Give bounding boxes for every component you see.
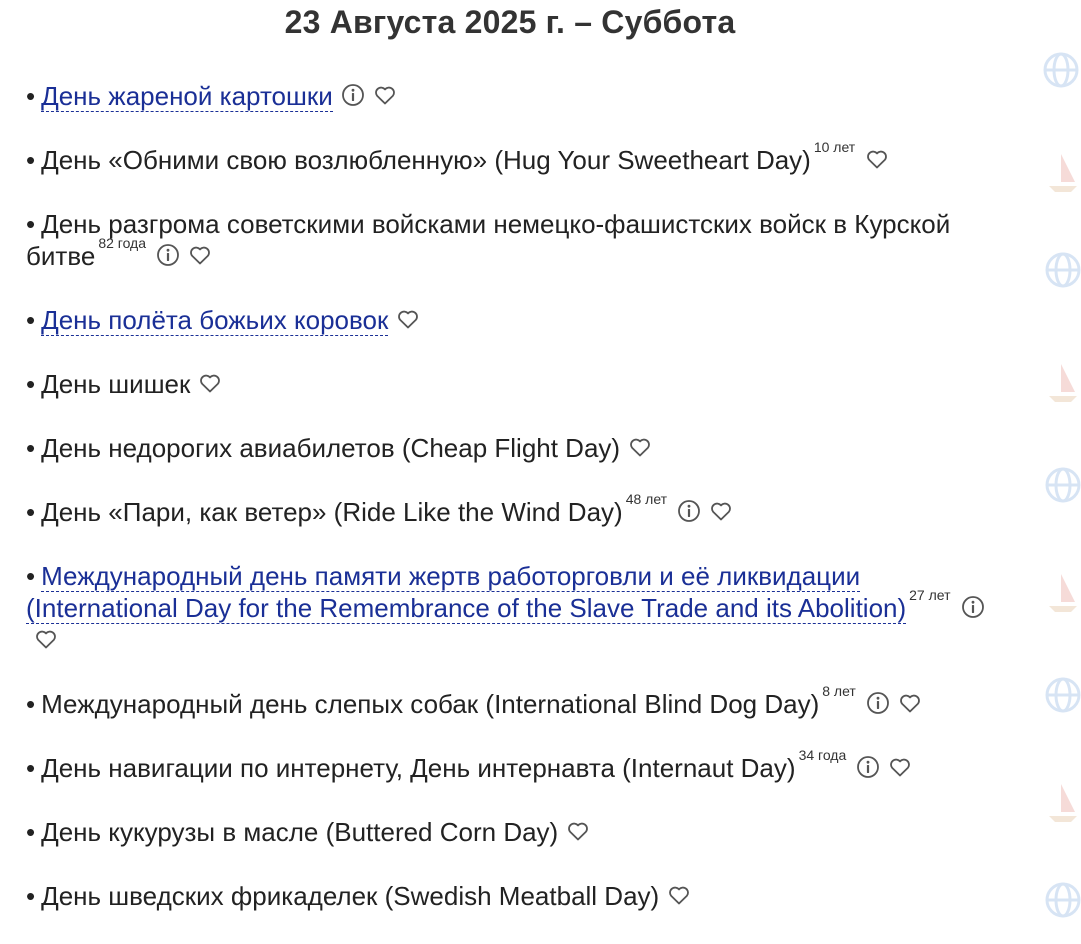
heart-icon[interactable]	[34, 627, 58, 651]
globe-icon	[1045, 467, 1081, 503]
bullet: •	[26, 689, 36, 719]
holiday-name: День навигации по интернету, День интерн…	[41, 753, 796, 783]
holiday-link[interactable]: День полёта божьих коровок	[41, 305, 389, 336]
info-icon[interactable]	[961, 595, 985, 619]
holiday-name: День кукурузы в масле (Buttered Corn Day…	[41, 817, 559, 847]
holiday-name: День недорогих авиабилетов (Cheap Flight…	[41, 433, 621, 463]
holiday-name: День шишек	[41, 369, 191, 399]
holiday-name: День «Пари, как ветер» (Ride Like the Wi…	[41, 497, 623, 527]
holiday-item: • Международный день памяти жертв работор…	[26, 560, 1001, 656]
holiday-age: 48 лет	[625, 491, 668, 507]
heart-icon[interactable]	[865, 147, 889, 171]
globe-icon	[1045, 882, 1081, 918]
holiday-age: 8 лет	[822, 683, 856, 699]
holiday-name: День «Обними свою возлюбленную» (Hug You…	[41, 145, 811, 175]
heart-icon[interactable]	[667, 883, 691, 907]
heart-icon[interactable]	[628, 435, 652, 459]
bullet: •	[26, 433, 36, 463]
info-icon[interactable]	[341, 83, 365, 107]
heart-icon[interactable]	[566, 819, 590, 843]
bullet: •	[26, 753, 36, 783]
bullet: •	[26, 305, 36, 335]
sailboat-icon	[1049, 364, 1077, 402]
heart-icon[interactable]	[396, 307, 420, 331]
holiday-age: 10 лет	[813, 139, 856, 155]
page-title: 23 Августа 2025 г. – Суббота	[284, 4, 736, 40]
sailboat-icon	[1049, 154, 1077, 192]
holiday-age: 82 года	[98, 235, 147, 251]
info-icon[interactable]	[856, 755, 880, 779]
holiday-item: • День «Пари, как ветер» (Ride Like the W…	[26, 492, 1001, 528]
globe-icon	[1045, 677, 1081, 713]
holiday-item: • День недорогих авиабилетов (Cheap Fligh…	[26, 432, 1001, 464]
holiday-name: Международный день слепых собак (Interna…	[41, 689, 820, 719]
info-icon[interactable]	[866, 691, 890, 715]
bullet: •	[26, 81, 36, 111]
holiday-item: • День «Обними свою возлюбленную» (Hug Yo…	[26, 140, 1001, 176]
bullet: •	[26, 145, 36, 175]
page-content: 23 Августа 2025 г. – Суббота • День жарен…	[0, 0, 1020, 934]
holiday-link[interactable]: День жареной картошки	[41, 81, 333, 112]
decorative-side-border	[1021, 0, 1081, 934]
holiday-age: 34 года	[798, 747, 847, 763]
heart-icon[interactable]	[898, 691, 922, 715]
holiday-list: • День жареной картошки • День «Обними свою…	[26, 80, 1001, 944]
holiday-name: День шведских фрикаделек (Swedish Meatba…	[41, 881, 660, 911]
info-icon[interactable]	[156, 243, 180, 267]
bullet: •	[26, 497, 36, 527]
bullet: •	[26, 561, 36, 591]
holiday-link[interactable]: Международный день памяти жертв работорг…	[26, 561, 907, 624]
holiday-item: • Международный день слепых собак (Intern…	[26, 684, 1001, 720]
holiday-item: • День шишек	[26, 368, 1001, 400]
heart-icon[interactable]	[198, 371, 222, 395]
holiday-item: • День навигации по интернету, День интер…	[26, 748, 1001, 784]
heart-icon[interactable]	[888, 755, 912, 779]
heart-icon[interactable]	[188, 243, 212, 267]
sailboat-icon	[1049, 574, 1077, 612]
heart-icon[interactable]	[373, 83, 397, 107]
holiday-age: 27 лет	[909, 587, 951, 603]
bullet: •	[26, 817, 36, 847]
info-icon[interactable]	[677, 499, 701, 523]
holiday-item: • День кукурузы в масле (Buttered Corn Da…	[26, 816, 1001, 848]
bullet: •	[26, 881, 36, 911]
holiday-item: • День жареной картошки	[26, 80, 1001, 112]
holiday-item: • День разгрома советскими войсками немец…	[26, 208, 1001, 272]
globe-icon	[1043, 52, 1079, 88]
holiday-item: • День полёта божьих коровок	[26, 304, 1001, 336]
sailboat-icon	[1049, 784, 1077, 822]
bullet: •	[26, 369, 36, 399]
bullet: •	[26, 209, 36, 239]
holiday-item: • День шведских фрикаделек (Swedish Meatb…	[26, 880, 1001, 912]
globe-icon	[1045, 252, 1081, 288]
heart-icon[interactable]	[709, 499, 733, 523]
